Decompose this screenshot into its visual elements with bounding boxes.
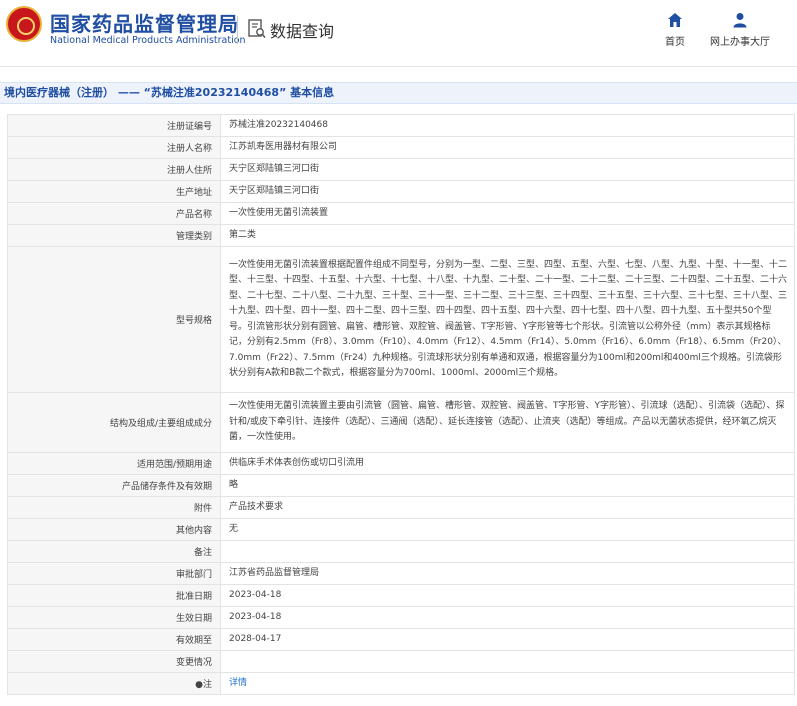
table-row: 注册人名称 江苏凯寿医用器材有限公司 bbox=[7, 136, 795, 159]
row-label: 审批部门 bbox=[7, 562, 221, 585]
table-row: 管理类别 第二类 bbox=[7, 224, 795, 247]
table-row: 附件 产品技术要求 bbox=[7, 496, 795, 519]
row-label: 注册人住所 bbox=[7, 158, 221, 181]
table-row: 审批部门 江苏省药品监督管理局 bbox=[7, 562, 795, 585]
row-value: 产品技术要求 bbox=[220, 496, 795, 519]
nav-online-hall-label: 网上办事大厅 bbox=[710, 37, 770, 48]
nav-online-hall[interactable]: 网上办事大厅 bbox=[705, 12, 775, 48]
row-label: 其他内容 bbox=[7, 518, 221, 541]
row-value: 第二类 bbox=[220, 224, 795, 247]
note-label: 注 bbox=[202, 680, 212, 690]
site-title[interactable]: 国家药品监督管理局 bbox=[50, 8, 239, 37]
header-bottom-line bbox=[0, 66, 797, 67]
row-label: 结构及组成/主要组成成分 bbox=[7, 392, 221, 453]
nav-home[interactable]: 首页 bbox=[640, 12, 710, 48]
table-row: ●注 详情 bbox=[7, 672, 795, 695]
detail-table: 注册证编号 苏械注准20232140468 注册人名称 江苏凯寿医用器材有限公司… bbox=[7, 114, 795, 695]
row-label: 管理类别 bbox=[7, 224, 221, 247]
site-header: 国家药品监督管理局 National Medical Products Admi… bbox=[0, 0, 797, 66]
row-value: 2028-04-17 bbox=[220, 628, 795, 651]
row-value: 供临床手术体表创伤或切口引流用 bbox=[220, 452, 795, 475]
table-row: 变更情况 bbox=[7, 650, 795, 673]
row-value: 无 bbox=[220, 518, 795, 541]
emblem-icon[interactable] bbox=[6, 6, 42, 42]
row-label: 生效日期 bbox=[7, 606, 221, 629]
row-label: 附件 bbox=[7, 496, 221, 519]
table-row: 产品储存条件及有效期 略 bbox=[7, 474, 795, 497]
person-icon bbox=[733, 13, 747, 28]
row-label: 生产地址 bbox=[7, 180, 221, 203]
table-row: 生产地址 天宁区郑陆镇三河口街 bbox=[7, 180, 795, 203]
row-value bbox=[220, 650, 795, 673]
row-label: 注册证编号 bbox=[7, 114, 221, 137]
row-value: 略 bbox=[220, 474, 795, 497]
breadcrumb: 境内医疗器械（注册） —— “苏械注准20232140468” 基本信息 bbox=[0, 82, 797, 104]
table-row: 结构及组成/主要组成成分 一次性使用无菌引流装置主要由引流管（圆管、扁管、槽形管… bbox=[7, 392, 795, 453]
row-value: 天宁区郑陆镇三河口街 bbox=[220, 180, 795, 203]
row-value: 一次性使用无菌引流装置 bbox=[220, 202, 795, 225]
row-value: 详情 bbox=[220, 672, 795, 695]
row-value: 一次性使用无菌引流装置主要由引流管（圆管、扁管、槽形管、双腔管、阀盖管、T字形管… bbox=[220, 392, 795, 453]
table-row: 生效日期 2023-04-18 bbox=[7, 606, 795, 629]
details-link[interactable]: 详情 bbox=[229, 678, 247, 688]
table-row: 注册证编号 苏械注准20232140468 bbox=[7, 114, 795, 137]
header-divider bbox=[237, 16, 238, 44]
row-label: 备注 bbox=[7, 540, 221, 563]
data-query-icon bbox=[248, 19, 266, 39]
section-label: 数据查询 bbox=[270, 22, 335, 41]
table-row: 注册人住所 天宁区郑陆镇三河口街 bbox=[7, 158, 795, 181]
table-row: 批准日期 2023-04-18 bbox=[7, 584, 795, 607]
row-value: 江苏省药品监督管理局 bbox=[220, 562, 795, 585]
row-value: 江苏凯寿医用器材有限公司 bbox=[220, 136, 795, 159]
row-label: 产品名称 bbox=[7, 202, 221, 225]
row-value bbox=[220, 540, 795, 563]
table-row: 备注 bbox=[7, 540, 795, 563]
row-label: 批准日期 bbox=[7, 584, 221, 607]
home-icon bbox=[668, 13, 682, 27]
table-row: 适用范围/预期用途 供临床手术体表创伤或切口引流用 bbox=[7, 452, 795, 475]
row-label-note: ●注 bbox=[7, 672, 221, 695]
row-label: 产品储存条件及有效期 bbox=[7, 474, 221, 497]
table-row: 其他内容 无 bbox=[7, 518, 795, 541]
row-value: 一次性使用无菌引流装置根据配置件组成不同型号，分别为一型、二型、三型、四型、五型… bbox=[220, 246, 795, 393]
row-label: 型号规格 bbox=[7, 246, 221, 393]
table-row: 型号规格 一次性使用无菌引流装置根据配置件组成不同型号，分别为一型、二型、三型、… bbox=[7, 246, 795, 393]
table-row: 产品名称 一次性使用无菌引流装置 bbox=[7, 202, 795, 225]
row-value: 2023-04-18 bbox=[220, 584, 795, 607]
row-label: 有效期至 bbox=[7, 628, 221, 651]
table-row: 有效期至 2028-04-17 bbox=[7, 628, 795, 651]
bullet-icon: ● bbox=[195, 680, 203, 690]
row-label: 适用范围/预期用途 bbox=[7, 452, 221, 475]
row-value: 苏械注准20232140468 bbox=[220, 114, 795, 137]
row-label: 注册人名称 bbox=[7, 136, 221, 159]
row-label: 变更情况 bbox=[7, 650, 221, 673]
row-value: 2023-04-18 bbox=[220, 606, 795, 629]
nav-home-label: 首页 bbox=[665, 37, 685, 48]
site-subtitle: National Medical Products Administration bbox=[50, 35, 246, 46]
row-value: 天宁区郑陆镇三河口街 bbox=[220, 158, 795, 181]
